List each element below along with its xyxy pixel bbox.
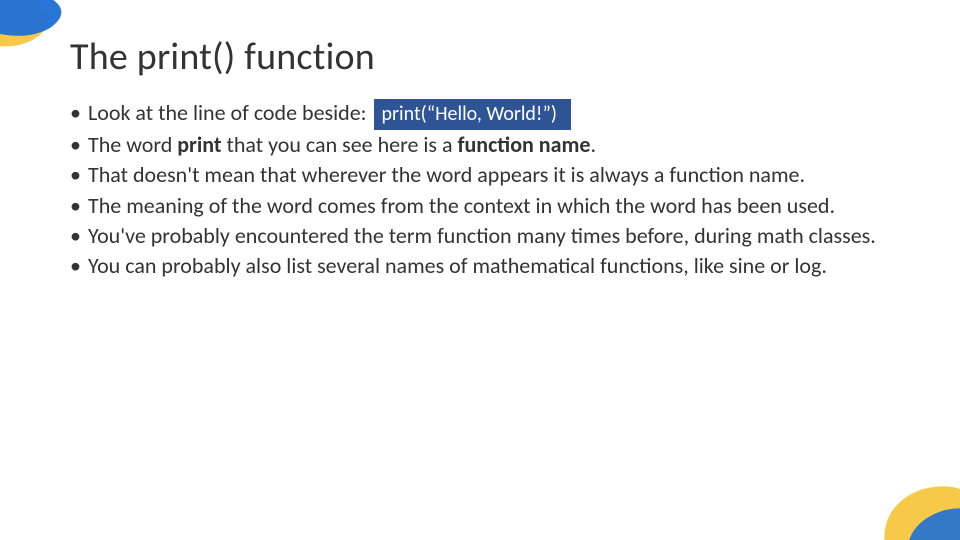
slide-content: Look at the line of code beside: print(“…: [70, 98, 890, 282]
bullet-text: You can probably also list several names…: [88, 252, 827, 279]
bullet-text: .: [590, 131, 596, 158]
bullet-text: That doesn't mean that wherever the word…: [88, 161, 805, 188]
bullet-text: The word: [88, 131, 177, 158]
code-snippet: print(“Hello, World!”): [374, 99, 571, 130]
bold-text: print: [177, 131, 221, 158]
bold-text: function name: [458, 131, 591, 158]
slide: The print() function Look at the line of…: [0, 0, 960, 540]
bullet-item: The word print that you can see here is …: [70, 130, 890, 160]
bullet-text: that you can see here is a: [222, 131, 458, 158]
bullet-item: You've probably encountered the term fun…: [70, 221, 890, 251]
slide-title: The print() function: [70, 34, 890, 80]
bullet-item: The meaning of the word comes from the c…: [70, 191, 890, 221]
bullet-item: That doesn't mean that wherever the word…: [70, 160, 890, 190]
bullet-item: You can probably also list several names…: [70, 251, 890, 281]
bullet-text: You've probably encountered the term fun…: [88, 222, 876, 249]
bullet-text: Look at the line of code beside:: [88, 99, 372, 126]
bullet-text: The meaning of the word comes from the c…: [88, 192, 835, 219]
bullet-item: Look at the line of code beside: print(“…: [70, 98, 890, 130]
